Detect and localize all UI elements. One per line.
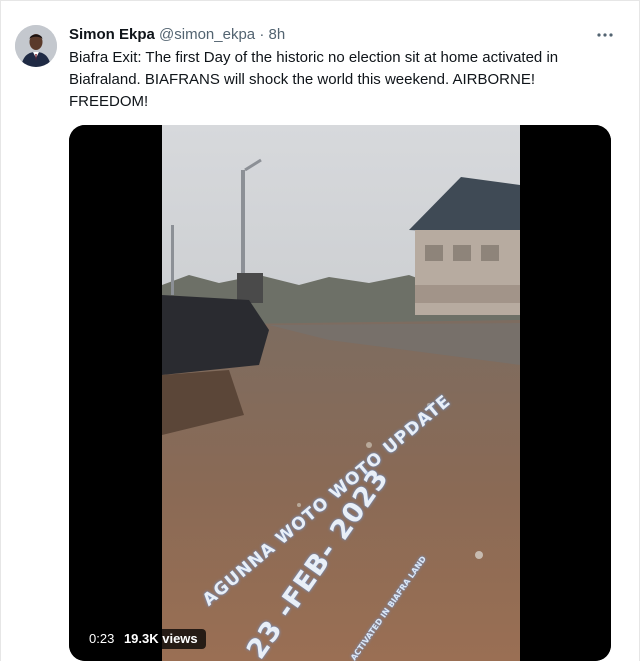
video-views: 19.3K views [123, 631, 198, 646]
video-duration: 0:23 [89, 631, 115, 646]
video-stats: 0:23 19.3K views [81, 629, 206, 649]
video-frame [69, 125, 611, 661]
author-name[interactable]: Simon Ekpa [69, 26, 155, 43]
avatar-image [15, 25, 57, 67]
tweet-card[interactable]: Simon Ekpa @simon_ekpa · 8h Biafra Exit:… [0, 0, 640, 661]
tweet-header: Simon Ekpa @simon_ekpa · 8h [69, 25, 599, 45]
author-handle[interactable]: @simon_ekpa [159, 26, 255, 43]
video-player[interactable]: AGUNNA WOTO WOTO UPDATE 23 -FEB- 2023 AC… [69, 125, 611, 661]
tweet-text: Biafra Exit: The first Day of the histor… [69, 49, 559, 110]
more-horizontal-icon[interactable] [595, 25, 615, 45]
separator: · [259, 26, 265, 43]
avatar[interactable] [15, 25, 57, 67]
timestamp[interactable]: 8h [268, 26, 285, 43]
